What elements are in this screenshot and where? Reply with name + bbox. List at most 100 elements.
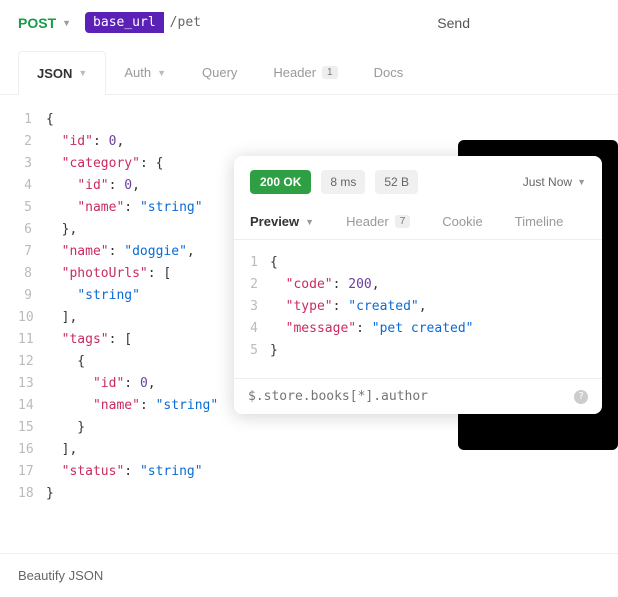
status-badge: 200 OK xyxy=(250,170,311,194)
code-content: { xyxy=(46,109,54,131)
code-line: 4 "message": "pet created" xyxy=(250,318,586,340)
line-number: 12 xyxy=(18,351,46,373)
line-number: 4 xyxy=(250,318,270,340)
header-count-badge: 1 xyxy=(322,66,338,79)
response-time: 8 ms xyxy=(321,170,365,194)
code-content: } xyxy=(46,417,85,439)
chevron-down-icon: ▼ xyxy=(577,177,586,187)
response-when[interactable]: Just Now ▼ xyxy=(523,175,586,189)
tab-json-label: JSON xyxy=(37,66,72,81)
chevron-down-icon: ▼ xyxy=(62,18,71,28)
code-content: { xyxy=(46,351,85,373)
code-content: "photoUrls": [ xyxy=(46,263,171,285)
line-number: 7 xyxy=(18,241,46,263)
tab-auth-label: Auth xyxy=(124,65,151,80)
line-number: 1 xyxy=(250,252,270,274)
line-number: 16 xyxy=(18,439,46,461)
tab-response-header-label: Header xyxy=(346,214,389,229)
url-input[interactable]: base_url /pet xyxy=(85,12,207,33)
code-content: { xyxy=(270,252,278,274)
line-number: 3 xyxy=(250,296,270,318)
beautify-json-button[interactable]: Beautify JSON xyxy=(0,553,618,597)
line-number: 3 xyxy=(18,153,46,175)
jsonpath-filter-input[interactable] xyxy=(248,389,574,404)
tab-response-header[interactable]: Header 7 xyxy=(346,204,424,239)
code-line: 1{ xyxy=(250,252,586,274)
line-number: 18 xyxy=(18,483,46,505)
code-content: "string" xyxy=(46,285,140,307)
tab-header-label: Header xyxy=(273,65,316,80)
line-number: 15 xyxy=(18,417,46,439)
code-content: ], xyxy=(46,307,77,329)
base-url-chip: base_url xyxy=(85,12,164,33)
response-when-label: Just Now xyxy=(523,175,572,189)
line-number: 9 xyxy=(18,285,46,307)
url-path: /pet xyxy=(164,12,207,33)
tab-header[interactable]: Header 1 xyxy=(255,51,355,95)
line-number: 14 xyxy=(18,395,46,417)
code-line: 17 "status": "string" xyxy=(18,461,600,483)
line-number: 11 xyxy=(18,329,46,351)
code-content: "id": 0, xyxy=(46,373,156,395)
line-number: 10 xyxy=(18,307,46,329)
response-filter-bar: ? xyxy=(234,378,602,414)
code-content: "status": "string" xyxy=(46,461,203,483)
code-content: "id": 0, xyxy=(46,175,140,197)
code-content: ], xyxy=(46,439,77,461)
code-content: "code": 200, xyxy=(270,274,380,296)
code-content: "category": { xyxy=(46,153,163,175)
line-number: 5 xyxy=(18,197,46,219)
tab-query-label: Query xyxy=(202,65,237,80)
code-content: } xyxy=(270,340,278,362)
code-content: "name": "doggie", xyxy=(46,241,195,263)
tab-preview[interactable]: Preview ▼ xyxy=(250,204,328,239)
method-label: POST xyxy=(18,15,56,31)
tab-cookie-label: Cookie xyxy=(442,214,482,229)
code-content: } xyxy=(46,483,54,505)
chevron-down-icon: ▼ xyxy=(78,68,87,78)
line-number: 6 xyxy=(18,219,46,241)
code-line: 2 "code": 200, xyxy=(250,274,586,296)
code-content: "type": "created", xyxy=(270,296,427,318)
send-button[interactable]: Send xyxy=(437,15,470,31)
code-content: "id": 0, xyxy=(46,131,124,153)
code-line: 18} xyxy=(18,483,600,505)
chevron-down-icon: ▼ xyxy=(157,68,166,78)
code-content: "name": "string" xyxy=(46,395,218,417)
response-header-count-badge: 7 xyxy=(395,215,411,228)
response-size: 52 B xyxy=(375,170,418,194)
request-tabs: JSON ▼ Auth ▼ Query Header 1 Docs xyxy=(0,51,618,95)
response-summary: 200 OK 8 ms 52 B Just Now ▼ xyxy=(234,156,602,204)
code-content: "name": "string" xyxy=(46,197,203,219)
line-number: 17 xyxy=(18,461,46,483)
tab-cookie[interactable]: Cookie xyxy=(442,204,496,239)
tab-docs[interactable]: Docs xyxy=(356,51,422,95)
code-content: "tags": [ xyxy=(46,329,132,351)
request-bar: POST ▼ base_url /pet Send xyxy=(0,0,618,51)
line-number: 1 xyxy=(18,109,46,131)
code-line: 3 "type": "created", xyxy=(250,296,586,318)
help-icon[interactable]: ? xyxy=(574,390,588,404)
code-line: 5} xyxy=(250,340,586,362)
line-number: 2 xyxy=(18,131,46,153)
tab-docs-label: Docs xyxy=(374,65,404,80)
response-tabs: Preview ▼ Header 7 Cookie Timeline xyxy=(234,204,602,240)
tab-json[interactable]: JSON ▼ xyxy=(18,51,106,95)
line-number: 4 xyxy=(18,175,46,197)
response-body-viewer[interactable]: 1{2 "code": 200,3 "type": "created",4 "m… xyxy=(234,240,602,378)
line-number: 8 xyxy=(18,263,46,285)
code-content: }, xyxy=(46,219,77,241)
tab-auth[interactable]: Auth ▼ xyxy=(106,51,184,95)
line-number: 13 xyxy=(18,373,46,395)
tab-timeline-label: Timeline xyxy=(515,214,564,229)
code-content: "message": "pet created" xyxy=(270,318,474,340)
response-panel: 200 OK 8 ms 52 B Just Now ▼ Preview ▼ He… xyxy=(234,156,602,414)
tab-timeline[interactable]: Timeline xyxy=(515,204,578,239)
tab-query[interactable]: Query xyxy=(184,51,255,95)
code-line: 1{ xyxy=(18,109,600,131)
line-number: 2 xyxy=(250,274,270,296)
tab-preview-label: Preview xyxy=(250,214,299,229)
method-selector[interactable]: POST ▼ xyxy=(18,15,71,31)
chevron-down-icon: ▼ xyxy=(305,217,314,227)
line-number: 5 xyxy=(250,340,270,362)
